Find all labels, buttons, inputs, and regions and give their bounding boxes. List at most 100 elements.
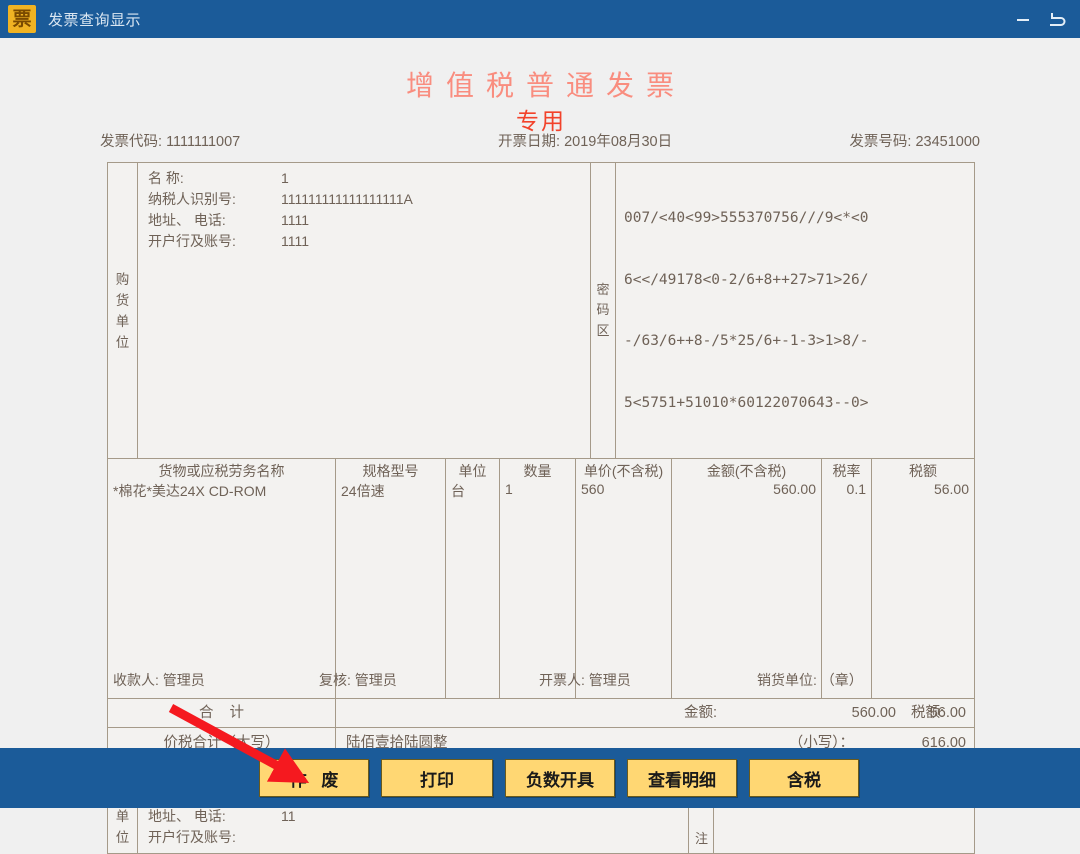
cipher-side-label: 密 码 区 <box>590 163 616 458</box>
seller-side-char-3: 单 <box>115 809 130 824</box>
print-button[interactable]: 打印 <box>381 759 493 797</box>
goods-header-name: 货物或应税劳务名称 <box>158 463 285 479</box>
invoice-date-label: 开票日期: <box>498 134 561 150</box>
reviewer-field: 复核: 管理员 <box>319 670 397 690</box>
tax-included-button[interactable]: 含税 <box>749 759 859 797</box>
window-title-bar: 票 发票查询显示 <box>0 0 1080 38</box>
cipher-line: -/63/6++8-/5*25/6+-1-3>1>8/- <box>624 333 869 349</box>
buyer-address-line: 地址、 电话: 1111 <box>148 210 590 231</box>
seller-address-line: 地址、 电话: 11 <box>148 806 688 827</box>
goods-cell-qty: 1 <box>505 481 513 497</box>
buyer-fields: 名 称: 1 纳税人识别号: 111111111111111111A 地址、 电… <box>138 163 590 458</box>
invoice-code-value: 1111111007 <box>166 134 241 150</box>
payee-label: 收款人: <box>113 672 159 688</box>
invoice-sheet: 增值税普通发票 专用 发票代码: 1111111007 开票日期: 2019年0… <box>0 38 1080 854</box>
buyer-bank-value: 1111 <box>281 233 310 249</box>
buyer-side-char-3: 单 <box>115 313 130 329</box>
drawer-value: 管理员 <box>588 672 631 688</box>
goods-col-name: 货物或应税劳务名称 *棉花*美达24X CD-ROM <box>108 459 336 698</box>
goods-cell-amount: 560.00 <box>773 481 816 497</box>
seller-address-value: 11 <box>281 808 296 824</box>
goods-header-rate: 税率 <box>832 463 861 479</box>
signature-row: 收款人: 管理员 复核: 管理员 开票人: 管理员 销货单位: （章） <box>107 670 987 692</box>
cipher-block: 007/<40<99>555370756///9<*<0 6<</49178<0… <box>616 163 974 458</box>
reviewer-label: 复核: <box>319 672 351 688</box>
buyer-taxid-label: 纳税人识别号: <box>148 191 236 207</box>
window-controls <box>1014 9 1080 29</box>
remark-side-char-2: 注 <box>694 831 708 846</box>
goods-header-spec: 规格型号 <box>362 463 419 479</box>
goods-col-qty: 数量 1 <box>500 459 576 698</box>
totals-values: 金额: 560.00 税额: 56.00 <box>336 699 974 727</box>
seller-bank-label: 开户行及账号: <box>148 829 236 845</box>
seller-bank-line: 开户行及账号: <box>148 827 688 848</box>
invoice-date: 开票日期: 2019年08月30日 <box>498 130 672 151</box>
totals-amount-value: 560.00 <box>851 705 896 721</box>
seller-side-char-4: 位 <box>115 830 130 845</box>
reviewer-value: 管理员 <box>354 672 397 688</box>
totals-amount-label: 金额: <box>684 705 718 721</box>
goods-col-tax: 税额 56.00 <box>872 459 974 698</box>
goods-cell-price: 560 <box>581 481 605 497</box>
view-detail-button[interactable]: 查看明细 <box>627 759 737 797</box>
totals-label: 合 计 <box>108 699 336 727</box>
buyer-name-label: 名 称: <box>148 170 184 186</box>
minimize-button[interactable] <box>1014 10 1032 28</box>
goods-col-spec: 规格型号 24倍速 <box>336 459 446 698</box>
cipher-side-char-3: 区 <box>596 322 610 338</box>
buyer-side-char-4: 位 <box>115 334 130 350</box>
seller-stamp-value: （章） <box>820 672 863 688</box>
invoice-code-label: 发票代码: <box>100 134 163 150</box>
payee-value: 管理员 <box>162 672 205 688</box>
cipher-side-char-1: 密 <box>596 281 610 297</box>
seller-stamp-label: 销货单位: <box>757 672 817 688</box>
goods-header-qty: 数量 <box>523 463 552 479</box>
buyer-name-value: 1 <box>281 170 289 186</box>
seller-bank-value <box>273 827 281 848</box>
invoice-number: 发票号码: 23451000 <box>849 130 980 151</box>
goods-cell-spec: 24倍速 <box>341 483 385 499</box>
goods-cell-unit: 台 <box>451 483 465 499</box>
goods-col-unit: 单位 台 <box>446 459 500 698</box>
goods-header-unit: 单位 <box>458 463 487 479</box>
drawer-field: 开票人: 管理员 <box>539 670 631 690</box>
buyer-address-value: 1111 <box>281 212 310 228</box>
seller-address-label: 地址、 电话: <box>148 808 226 824</box>
cipher-side-char-2: 码 <box>596 302 610 318</box>
payee-field: 收款人: 管理员 <box>113 670 205 690</box>
cipher-line: 6<</49178<0-2/6+8++27>71>26/ <box>624 271 869 288</box>
app-icon: 票 <box>8 5 36 33</box>
window-title: 发票查询显示 <box>48 11 142 29</box>
goods-header-tax: 税额 <box>909 463 937 479</box>
goods-header-amount: 金额(不含税) <box>706 463 787 479</box>
buyer-address-label: 地址、 电话: <box>148 212 226 228</box>
invoice-date-value: 2019年08月30日 <box>564 134 673 150</box>
buyer-side-char-2: 货 <box>115 292 130 308</box>
goods-col-amount: 金额(不含税) 560.00 <box>672 459 822 698</box>
invoice-number-label: 发票号码: <box>849 134 912 150</box>
buyer-side-label: 购 货 单 位 <box>108 163 138 458</box>
invoice-code: 发票代码: 1111111007 <box>100 130 240 151</box>
buyer-side-char-1: 购 <box>115 271 130 287</box>
goods-cell-tax: 56.00 <box>933 481 969 497</box>
buyer-bank-line: 开户行及账号: 1111 <box>148 231 590 252</box>
goods-table: 货物或应税劳务名称 *棉花*美达24X CD-ROM 规格型号 24倍速 单位 … <box>108 459 974 699</box>
negative-invoice-button[interactable]: 负数开具 <box>505 759 615 797</box>
goods-cell-name: *棉花*美达24X CD-ROM <box>113 483 267 499</box>
goods-col-rate: 税率 0.1 <box>822 459 872 698</box>
seller-stamp-field: 销货单位: （章） <box>757 670 863 690</box>
cipher-line: 007/<40<99>555370756///9<*<0 <box>624 210 869 226</box>
restore-icon[interactable] <box>1046 9 1066 29</box>
buyer-bank-label: 开户行及账号: <box>148 233 236 249</box>
buyer-cipher-row: 购 货 单 位 名 称: 1 纳税人识别号: 11111111111111111… <box>108 163 974 459</box>
cipher-line: 5<5751+51010*60122070643--0> <box>624 394 869 411</box>
void-button[interactable]: 作 废 <box>259 759 369 797</box>
buyer-taxid-line: 纳税人识别号: 111111111111111111A <box>148 189 590 210</box>
goods-header-price: 单价(不含税) <box>583 463 664 479</box>
totals-row: 合 计 金额: 560.00 税额: 56.00 <box>108 699 974 728</box>
invoice-title: 增值税普通发票 <box>405 70 686 101</box>
drawer-label: 开票人: <box>539 672 585 688</box>
buyer-taxid-value: 111111111111111111A <box>281 191 413 207</box>
buyer-name-line: 名 称: 1 <box>148 168 590 189</box>
totals-tax-value: 56.00 <box>929 705 966 721</box>
